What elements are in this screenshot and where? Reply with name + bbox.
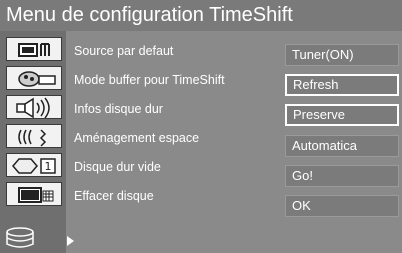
- timeshift-config-screen: Menu de configuration TimeShift Source p…: [0, 0, 402, 253]
- erase-disk-icon[interactable]: [6, 182, 62, 206]
- row-label-erase-disk: Effacer disque: [74, 189, 154, 203]
- expand-arrow-icon[interactable]: [67, 236, 74, 246]
- option-buffer-mode[interactable]: Refresh: [285, 74, 399, 96]
- option-empty-disk[interactable]: Go!: [285, 165, 399, 187]
- icon-badge-number: 1: [45, 160, 52, 173]
- empty-disk-icon[interactable]: 1: [6, 153, 62, 177]
- page-title: Menu de configuration TimeShift: [6, 4, 293, 26]
- disk-info-icon[interactable]: [6, 95, 62, 119]
- row-label-space: Aménagement espace: [74, 131, 200, 145]
- row-label-source: Source par defaut: [74, 44, 174, 58]
- option-erase-disk[interactable]: OK: [285, 195, 399, 217]
- buffer-mode-icon[interactable]: [6, 66, 62, 90]
- row-label-disk-info: Infos disque dur: [74, 102, 163, 116]
- disk-stack-icon[interactable]: [4, 226, 62, 252]
- row-label-buffer-mode: Mode buffer pour TimeShift: [74, 73, 225, 87]
- space-management-icon[interactable]: [6, 124, 62, 148]
- option-disk-info[interactable]: Preserve: [285, 104, 399, 126]
- title-bar: Menu de configuration TimeShift: [0, 0, 402, 31]
- tv-source-icon[interactable]: [6, 37, 62, 61]
- row-label-empty-disk: Disque dur vide: [74, 160, 161, 174]
- option-space[interactable]: Automatica: [285, 135, 399, 157]
- option-source[interactable]: Tuner(ON): [285, 44, 399, 66]
